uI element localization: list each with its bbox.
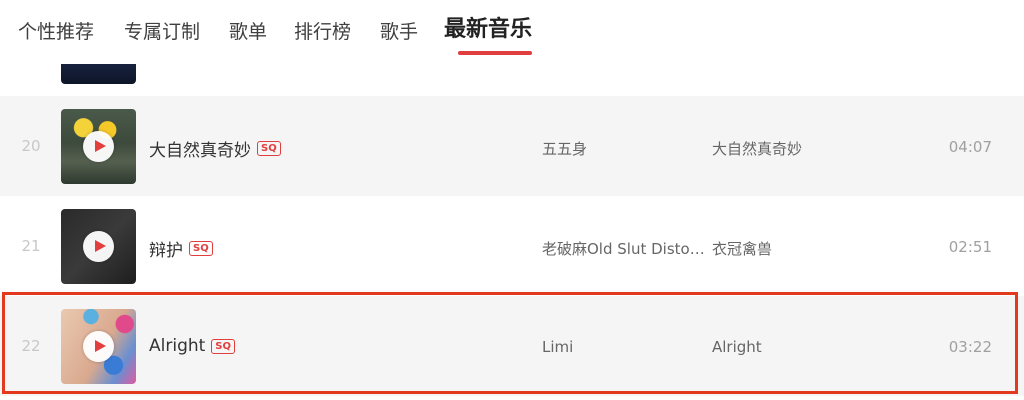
song-duration: 03:22 [948,338,992,356]
album-cover[interactable] [61,309,136,384]
song-row-partial[interactable] [0,64,1024,96]
active-tab-indicator [458,51,532,55]
song-artist[interactable]: Limi [542,338,710,356]
play-icon[interactable] [83,331,114,362]
song-title[interactable]: Alright SQ [149,336,235,356]
tab-artists[interactable]: 歌手 [380,19,418,45]
tab-new-music[interactable]: 最新音乐 [444,17,532,43]
top-nav: 个性推荐 专属订制 歌单 排行榜 歌手 最新音乐 [0,0,1024,64]
song-row[interactable]: 22 Alright SQ Limi Alright 03:22 [0,296,1024,396]
song-list: 20 大自然真奇妙 SQ 五五身 大自然真奇妙 04:07 21 辩护 SQ 老… [0,64,1024,400]
song-title[interactable]: 辩护 SQ [149,236,213,261]
sq-badge-icon: SQ [257,141,281,156]
song-artist[interactable]: 老破麻Old Slut Distort... [542,238,710,259]
play-icon[interactable] [83,131,114,162]
sq-badge-icon: SQ [189,241,213,256]
song-row[interactable]: 20 大自然真奇妙 SQ 五五身 大自然真奇妙 04:07 [0,96,1024,196]
sq-badge-icon: SQ [211,338,235,354]
album-cover[interactable] [61,209,136,284]
song-title[interactable]: 大自然真奇妙 SQ [149,136,281,161]
tab-custom[interactable]: 专属订制 [124,19,200,45]
song-artist[interactable]: 五五身 [542,138,710,159]
tab-playlists[interactable]: 歌单 [229,19,267,45]
song-title-text[interactable]: 大自然真奇妙 [149,136,251,161]
song-album[interactable]: 大自然真奇妙 [712,138,802,159]
song-title-text[interactable]: Alright [149,336,205,356]
tab-personal-recommend[interactable]: 个性推荐 [18,19,94,45]
song-title-text[interactable]: 辩护 [149,236,183,261]
song-index: 21 [21,237,41,255]
song-album[interactable]: 衣冠禽兽 [712,238,772,259]
play-icon[interactable] [83,231,114,262]
song-duration: 02:51 [948,238,992,256]
album-cover[interactable] [61,109,136,184]
song-index: 22 [21,337,41,355]
song-album[interactable]: Alright [712,338,762,356]
song-index: 20 [21,137,41,155]
album-cover[interactable] [61,64,136,84]
tab-charts[interactable]: 排行榜 [294,19,351,45]
song-row[interactable]: 21 辩护 SQ 老破麻Old Slut Distort... 衣冠禽兽 02:… [0,196,1024,296]
song-duration: 04:07 [948,138,992,156]
